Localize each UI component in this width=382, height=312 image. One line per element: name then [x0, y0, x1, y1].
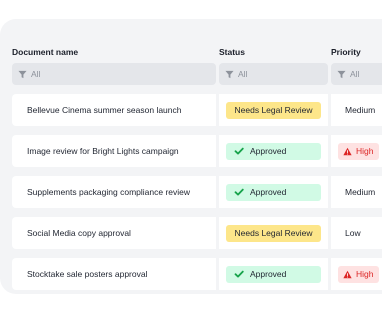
document-name-cell: Social Media copy approval: [12, 217, 216, 249]
document-name-cell: Image review for Bright Lights campaign: [12, 135, 216, 167]
filter-funnel-icon: [337, 70, 346, 78]
priority-cell: Medium: [331, 176, 382, 208]
status-label: Approved: [250, 187, 287, 197]
status-label: Needs Legal Review: [234, 228, 313, 238]
priority-label: High: [356, 269, 374, 279]
status-filter-value: All: [238, 69, 248, 79]
document-name-cell: Bellevue Cinema summer season launch: [12, 94, 216, 126]
column-header-status[interactable]: Status: [219, 47, 245, 57]
priority-cell: Low: [331, 217, 382, 249]
document-name-filter[interactable]: All: [12, 63, 216, 85]
document-name: Stocktake sale posters approval: [27, 269, 148, 279]
status-label: Approved: [250, 146, 287, 156]
table-row[interactable]: Social Media copy approval Needs Legal R…: [12, 217, 382, 249]
status-badge: Approved: [226, 183, 321, 201]
status-filter[interactable]: All: [219, 63, 328, 85]
document-name-cell: Supplements packaging compliance review: [12, 176, 216, 208]
check-icon: [234, 147, 244, 155]
priority-label: High: [356, 146, 374, 156]
priority-badge-high: High: [338, 265, 380, 283]
priority-label: Low: [345, 228, 361, 238]
warning-triangle-icon: [343, 270, 352, 278]
status-label: Approved: [250, 269, 287, 279]
check-icon: [234, 188, 244, 196]
document-name-cell: Stocktake sale posters approval: [12, 258, 216, 290]
status-cell: Approved: [219, 258, 328, 290]
priority-cell: Medium: [331, 94, 382, 126]
status-cell: Approved: [219, 135, 328, 167]
check-icon: [234, 270, 244, 278]
column-header-priority[interactable]: Priority: [331, 47, 361, 57]
filter-funnel-icon: [225, 70, 234, 78]
status-cell: Needs Legal Review: [219, 217, 328, 249]
document-name: Social Media copy approval: [27, 228, 131, 238]
priority-cell: High: [331, 135, 382, 167]
status-label: Needs Legal Review: [234, 105, 313, 115]
document-name: Supplements packaging compliance review: [27, 187, 191, 197]
table-row[interactable]: Image review for Bright Lights campaign …: [12, 135, 382, 167]
priority-label: Medium: [345, 187, 376, 197]
status-cell: Needs Legal Review: [219, 94, 328, 126]
priority-filter-value: All: [350, 69, 360, 79]
document-name: Image review for Bright Lights campaign: [27, 146, 179, 156]
status-badge: Approved: [226, 265, 321, 283]
priority-cell: High: [331, 258, 382, 290]
status-badge: Needs Legal Review: [226, 101, 321, 119]
page: Document name Status Priority All All Al…: [0, 0, 382, 312]
status-badge: Approved: [226, 142, 321, 160]
table-row[interactable]: Stocktake sale posters approval Approved…: [12, 258, 382, 290]
priority-badge-high: High: [338, 142, 380, 160]
status-cell: Approved: [219, 176, 328, 208]
document-name-filter-value: All: [31, 69, 41, 79]
priority-label: Medium: [345, 105, 376, 115]
priority-filter[interactable]: All: [331, 63, 382, 85]
document-name: Bellevue Cinema summer season launch: [27, 105, 182, 115]
table-row[interactable]: Bellevue Cinema summer season launch Nee…: [12, 94, 382, 126]
status-badge: Needs Legal Review: [226, 224, 321, 242]
table-row[interactable]: Supplements packaging compliance review …: [12, 176, 382, 208]
column-header-document-name[interactable]: Document name: [12, 47, 78, 57]
warning-triangle-icon: [343, 147, 352, 155]
filter-funnel-icon: [18, 70, 27, 78]
